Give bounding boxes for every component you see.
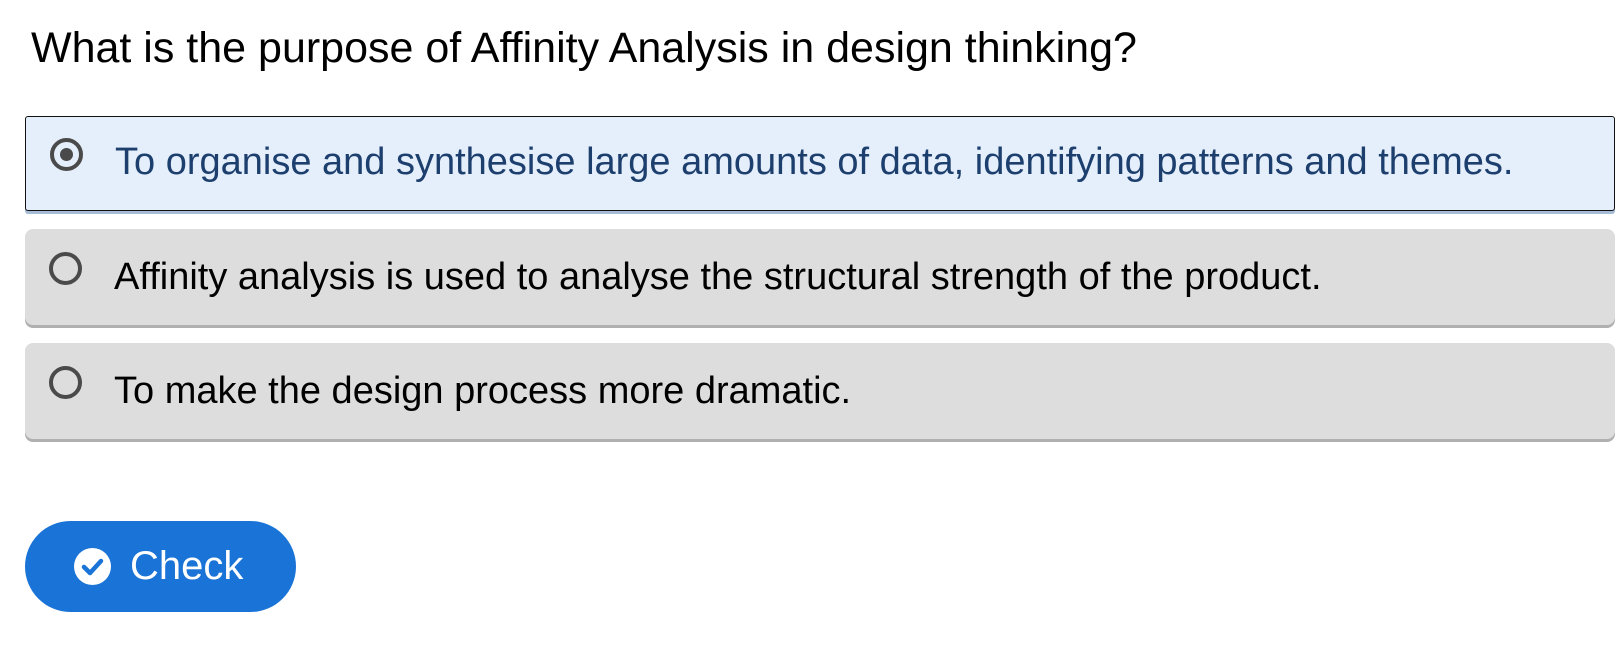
answer-option-3[interactable]: To make the design process more dramatic…: [25, 343, 1615, 439]
check-circle-icon: [74, 548, 111, 585]
radio-unselected-icon[interactable]: [49, 252, 82, 285]
answer-options: To organise and synthesise large amounts…: [25, 116, 1615, 439]
answer-option-label: To make the design process more dramatic…: [114, 370, 852, 412]
question-text: What is the purpose of Affinity Analysis…: [31, 24, 1137, 72]
quiz-container: What is the purpose of Affinity Analysis…: [25, 0, 1615, 457]
radio-selected-icon[interactable]: [50, 138, 83, 171]
answer-option-2[interactable]: Affinity analysis is used to analyse the…: [25, 229, 1615, 325]
check-button[interactable]: Check: [25, 521, 296, 612]
radio-dot: [60, 148, 73, 161]
check-button-label: Check: [130, 544, 244, 588]
answer-option-label: To organise and synthesise large amounts…: [115, 141, 1514, 183]
radio-unselected-icon[interactable]: [49, 366, 82, 399]
answer-option-1[interactable]: To organise and synthesise large amounts…: [25, 116, 1615, 211]
answer-option-label: Affinity analysis is used to analyse the…: [114, 256, 1322, 298]
